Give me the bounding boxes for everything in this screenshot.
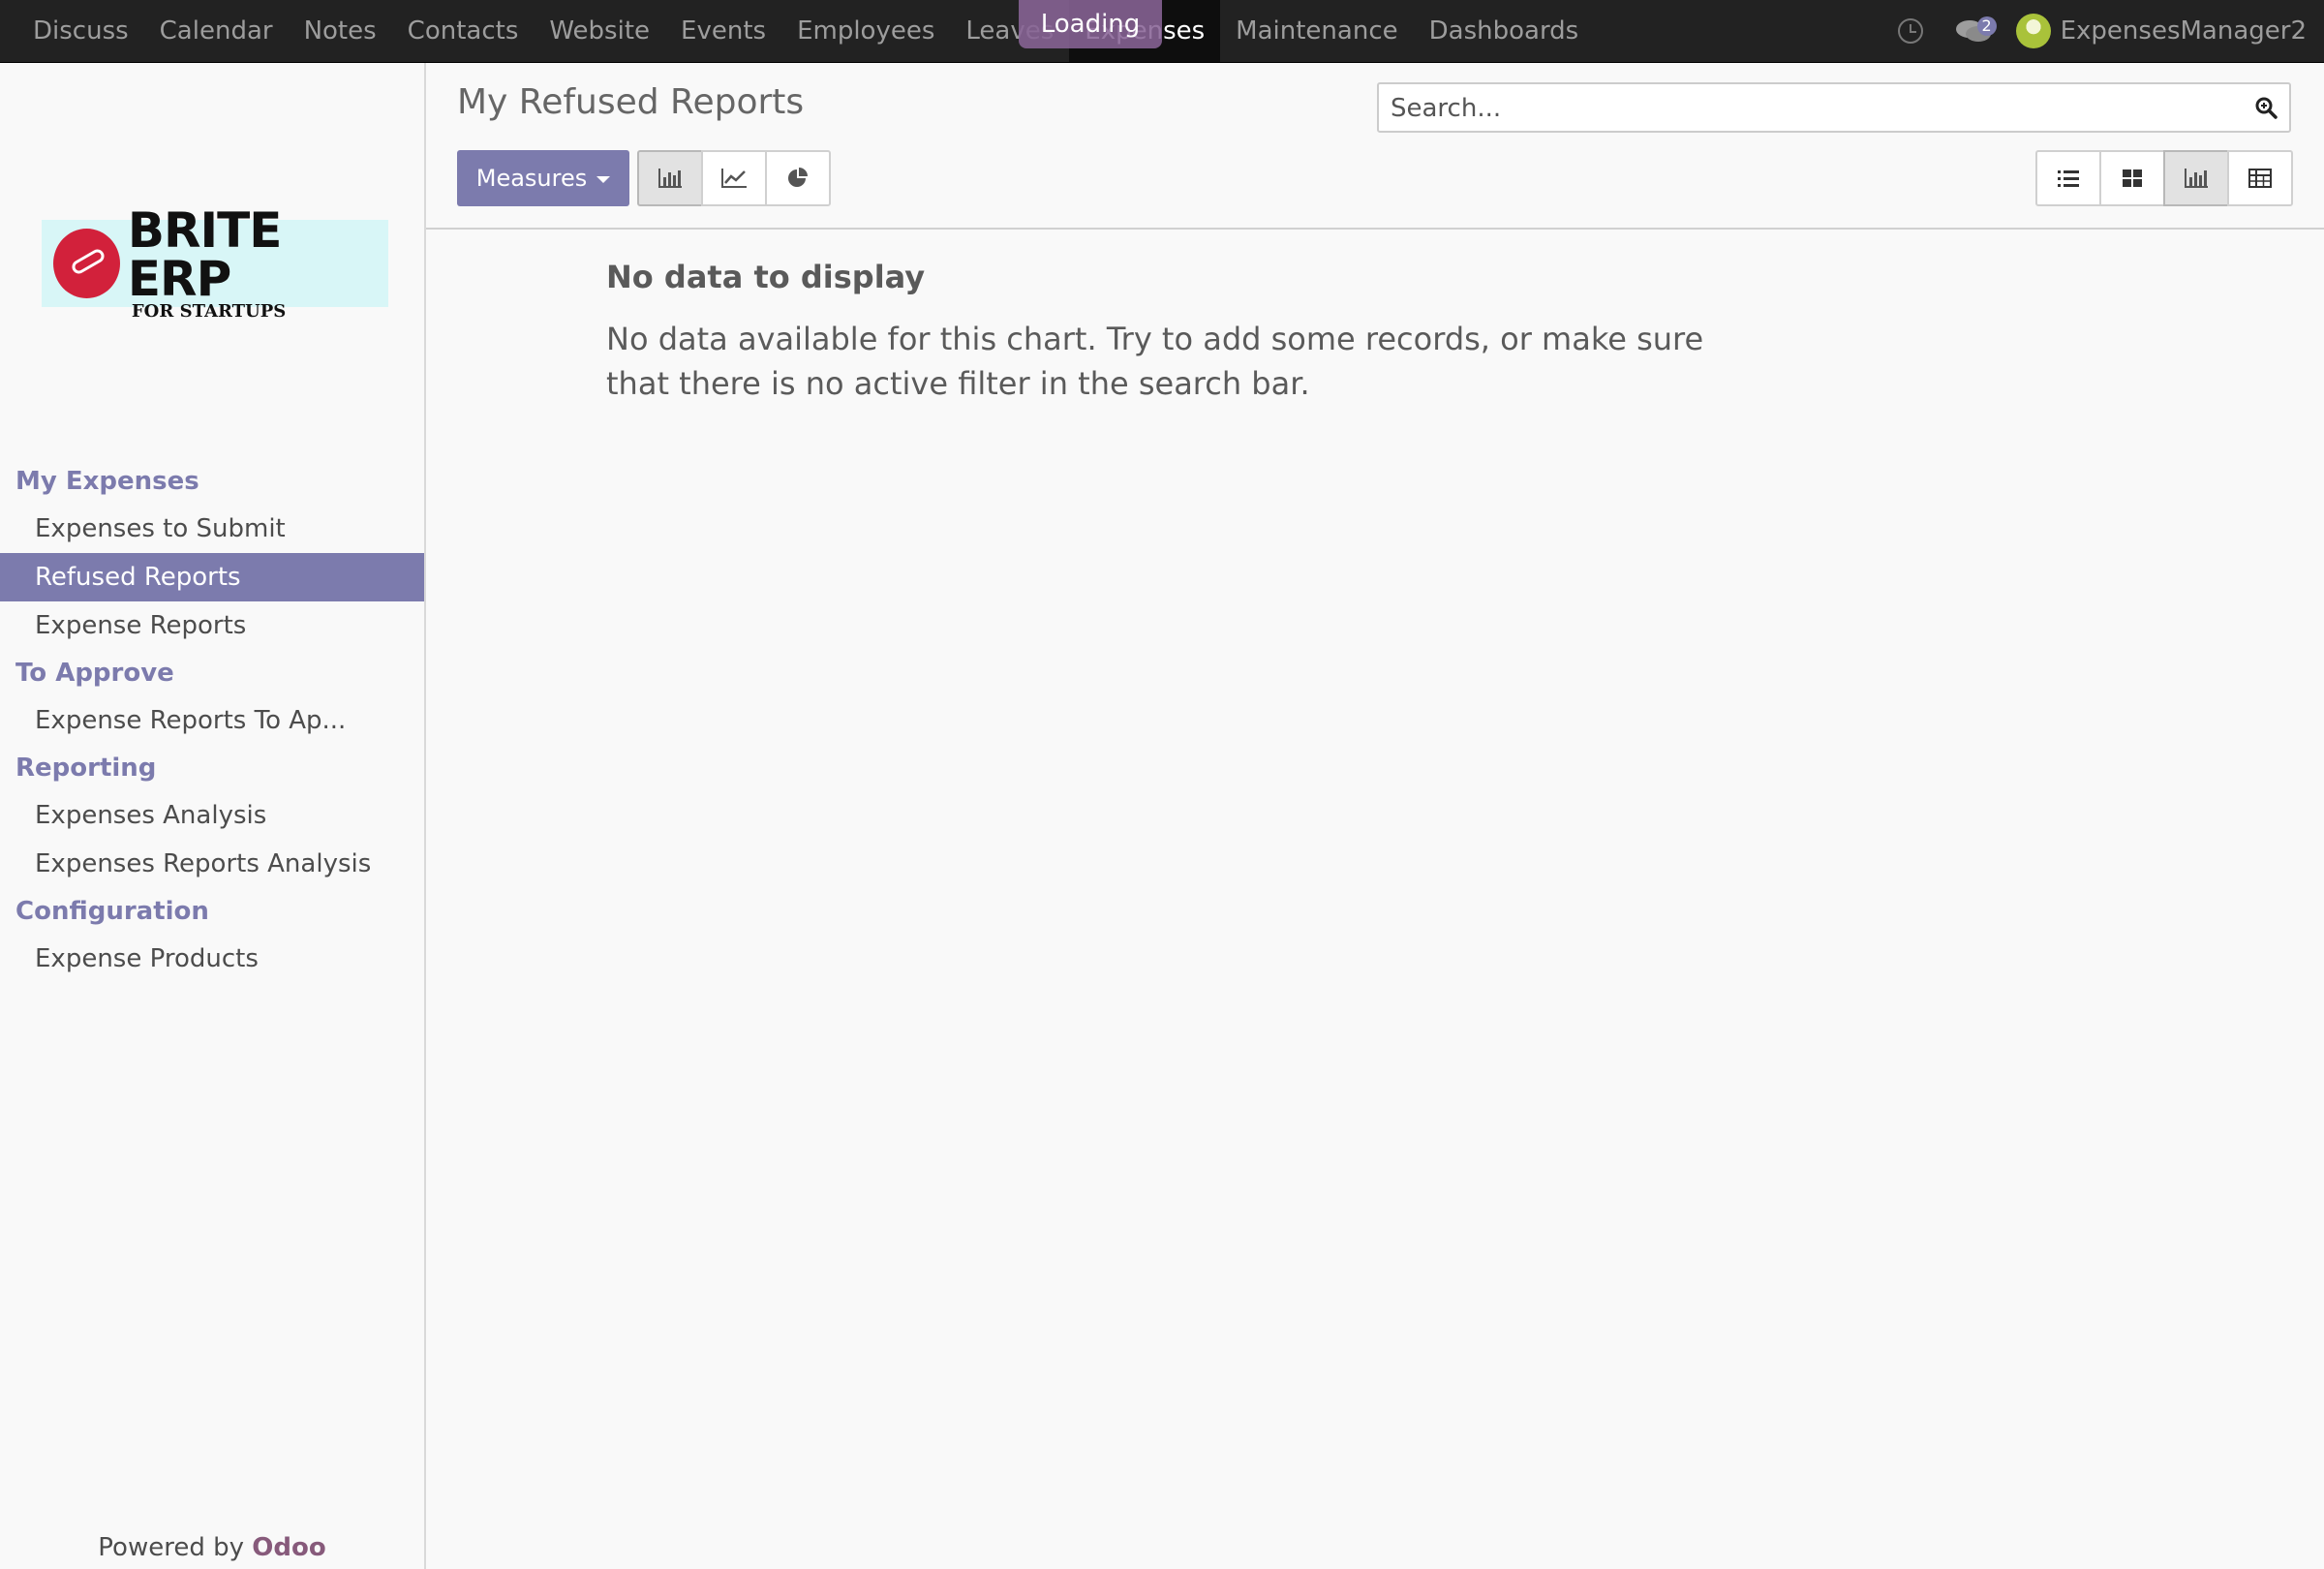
- avatar[interactable]: [2015, 14, 2051, 48]
- systray: 2 ExpensesManager2: [1897, 0, 2307, 62]
- powered-by-label: Powered by: [98, 1533, 244, 1562]
- list-view-button[interactable]: [2035, 150, 2101, 206]
- sidebar-item-expenses-analysis[interactable]: Expenses Analysis: [0, 791, 424, 840]
- search-icon[interactable]: [2254, 96, 2278, 119]
- app-website[interactable]: Website: [534, 0, 665, 62]
- sidebar-item-expense-reports[interactable]: Expense Reports: [0, 601, 424, 650]
- kanban-view-icon: [2123, 169, 2142, 187]
- app-calendar[interactable]: Calendar: [144, 0, 289, 62]
- user-menu[interactable]: ExpensesManager2: [2061, 16, 2307, 46]
- sidebar-item-expense-products[interactable]: Expense Products: [0, 935, 424, 983]
- caret-down-icon: [596, 176, 611, 183]
- sidebar-item-expenses-reports-analysis[interactable]: Expenses Reports Analysis: [0, 840, 424, 888]
- control-panel: My Refused Reports Measures: [426, 63, 2324, 230]
- app-discuss[interactable]: Discuss: [17, 0, 144, 62]
- no-data-message: No data available for this chart. Try to…: [606, 321, 1704, 402]
- kanban-view-button[interactable]: [2099, 150, 2165, 206]
- app-events[interactable]: Events: [665, 0, 781, 62]
- chart-mode-switcher: [637, 150, 831, 206]
- sidebar-item-refused-reports[interactable]: Refused Reports: [0, 553, 424, 601]
- graph-view-content: No data to display No data available for…: [426, 230, 2324, 1569]
- app-maintenance[interactable]: Maintenance: [1220, 0, 1413, 62]
- line-chart-button[interactable]: [701, 150, 767, 206]
- list-view-icon: [2058, 170, 2079, 187]
- pie-chart-icon: [788, 168, 808, 187]
- company-logo: BRITE ERP FOR STARTUPS: [42, 206, 388, 321]
- loading-indicator: Loading: [1019, 0, 1162, 48]
- graph-view-icon: [2185, 169, 2208, 188]
- sidebar-section-my-expenses[interactable]: My Expenses: [0, 458, 424, 505]
- powered-by: Powered by Odoo: [0, 1533, 424, 1562]
- sidebar-section-configuration[interactable]: Configuration: [0, 888, 424, 935]
- sidebar: BRITE ERP FOR STARTUPS My Expenses Expen…: [0, 63, 426, 1569]
- pivot-view-button[interactable]: [2227, 150, 2293, 206]
- logo-mark-icon: [53, 229, 120, 298]
- line-chart-icon: [721, 169, 747, 188]
- app-contacts[interactable]: Contacts: [392, 0, 535, 62]
- logo-subtitle: FOR STARTUPS: [131, 301, 287, 322]
- measures-dropdown-button[interactable]: Measures: [457, 150, 629, 206]
- pivot-view-icon: [2248, 169, 2272, 188]
- app-employees[interactable]: Employees: [781, 0, 950, 62]
- sidebar-menu: My Expenses Expenses to Submit Refused R…: [0, 458, 424, 983]
- main-navbar: Discuss Calendar Notes Contacts Website …: [0, 0, 2324, 63]
- odoo-link[interactable]: Odoo: [252, 1533, 325, 1562]
- bar-chart-icon: [658, 169, 682, 188]
- bar-chart-button[interactable]: [637, 150, 703, 206]
- clock-icon[interactable]: [1897, 18, 1923, 44]
- sidebar-item-expenses-to-submit[interactable]: Expenses to Submit: [0, 505, 424, 553]
- pie-chart-button[interactable]: [765, 150, 831, 206]
- sidebar-item-expense-reports-to-approve[interactable]: Expense Reports To Ap...: [0, 696, 424, 745]
- logo-title: BRITE ERP: [127, 202, 282, 307]
- sidebar-section-reporting[interactable]: Reporting: [0, 745, 424, 791]
- view-switcher: [2035, 150, 2293, 206]
- app-menu: Discuss Calendar Notes Contacts Website …: [17, 0, 1594, 62]
- graph-view-button[interactable]: [2163, 150, 2229, 206]
- app-notes[interactable]: Notes: [289, 0, 392, 62]
- sidebar-section-to-approve[interactable]: To Approve: [0, 650, 424, 696]
- search-input[interactable]: [1389, 90, 2225, 127]
- search-box: [1377, 82, 2291, 133]
- chat-icon[interactable]: 2: [1955, 16, 1997, 46]
- app-dashboards[interactable]: Dashboards: [1414, 0, 1595, 62]
- measures-label: Measures: [475, 165, 588, 192]
- chat-count-badge: 2: [1976, 16, 1997, 36]
- page-title: My Refused Reports: [457, 82, 805, 122]
- no-data-title: No data to display: [606, 259, 926, 295]
